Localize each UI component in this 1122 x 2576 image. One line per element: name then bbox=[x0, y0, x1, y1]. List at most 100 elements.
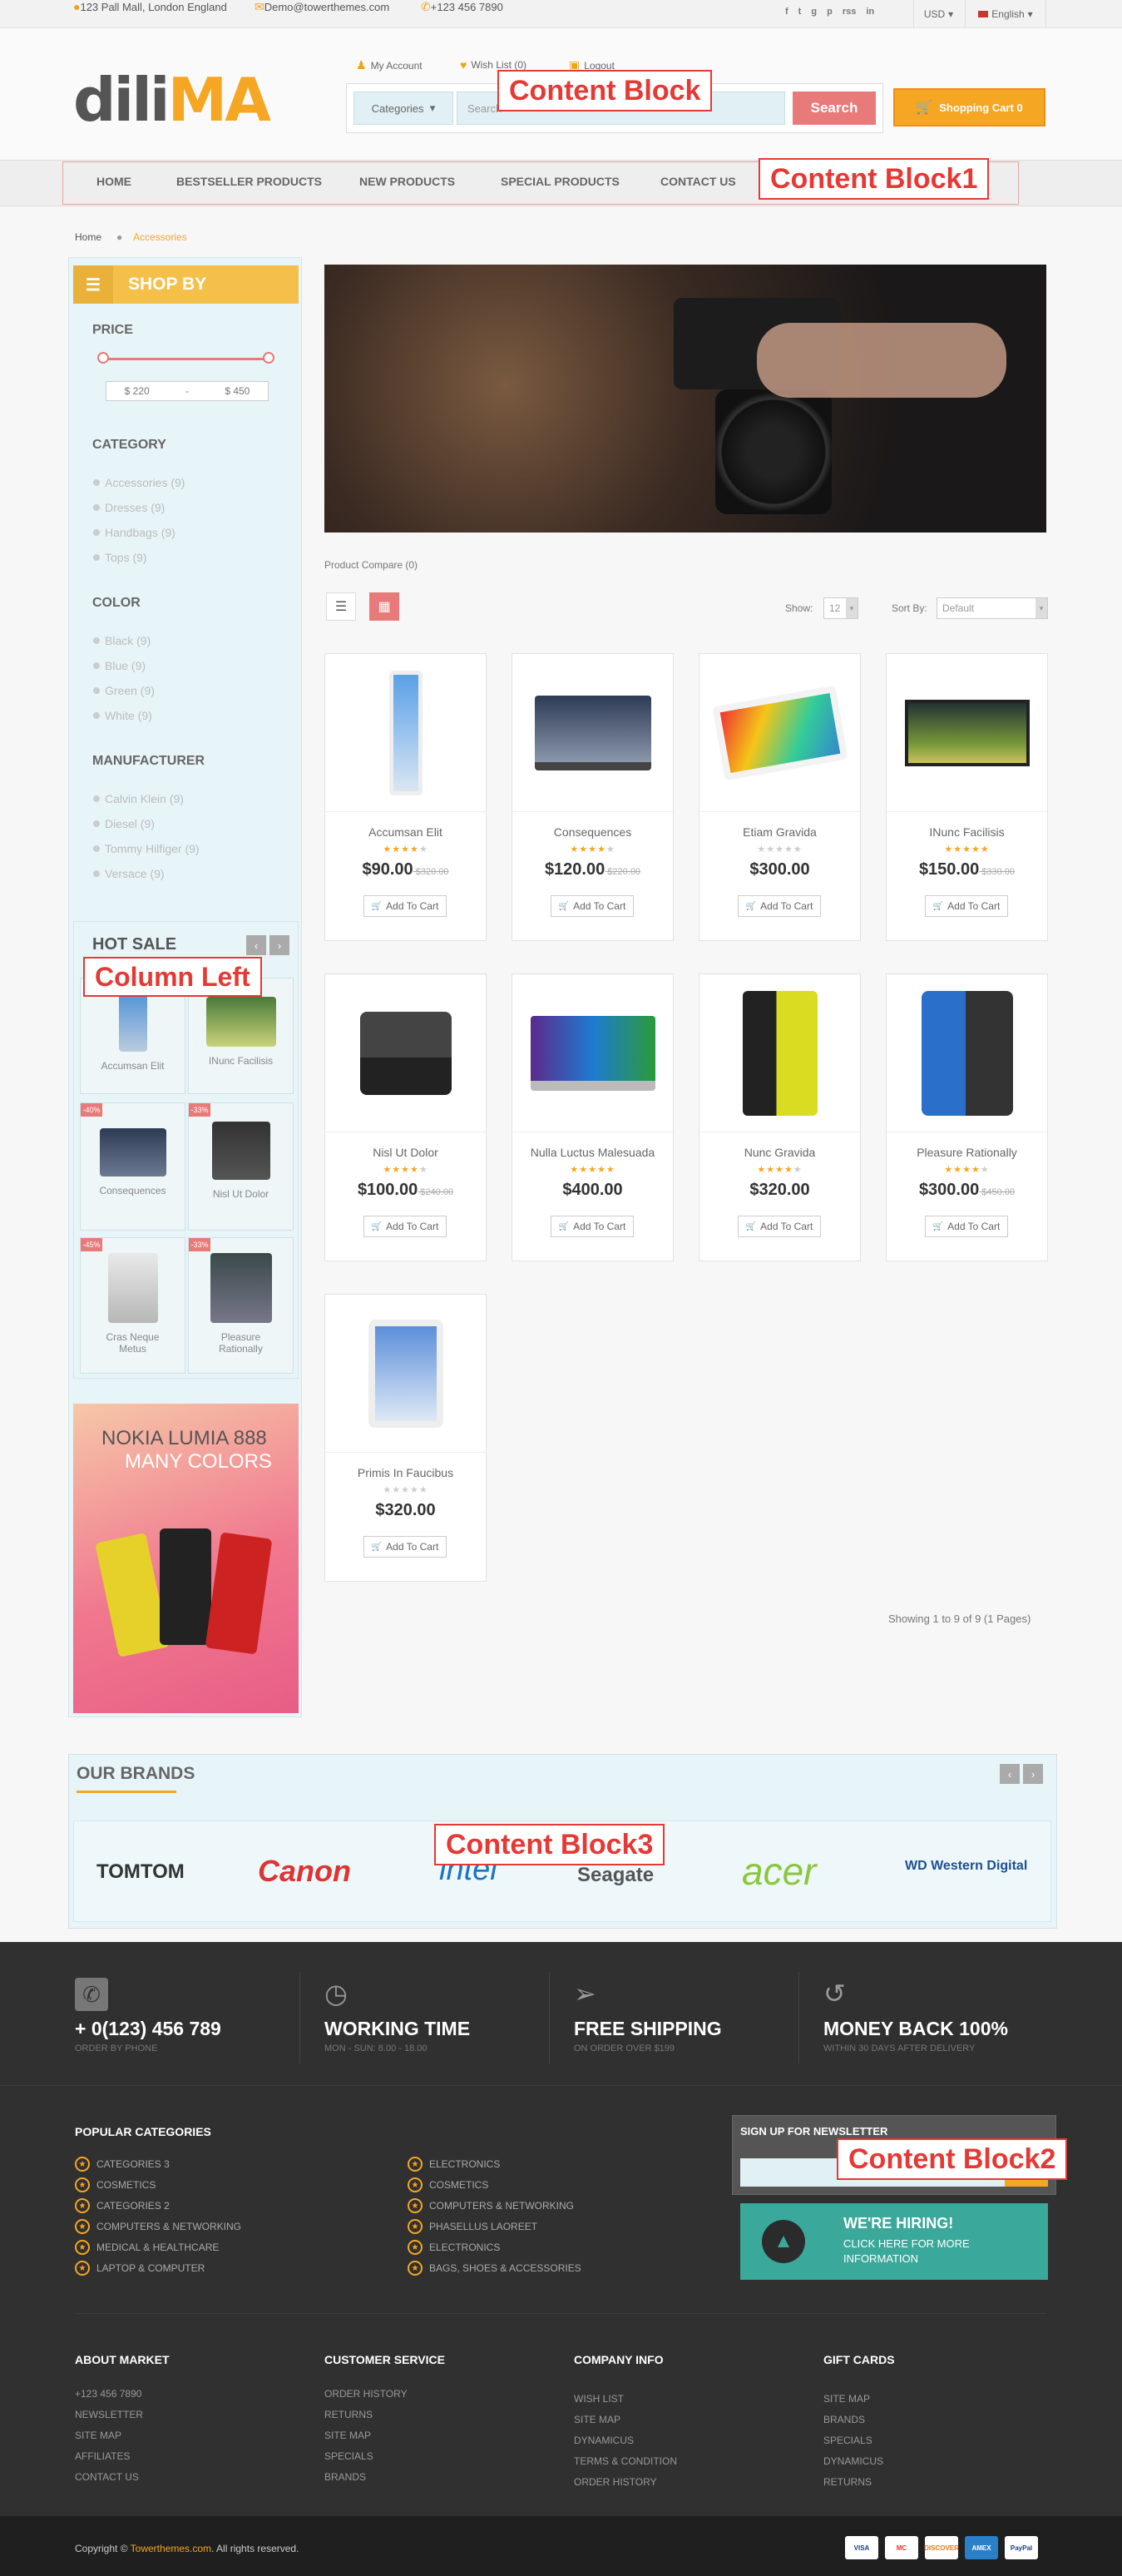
search-button[interactable]: Search bbox=[793, 92, 876, 125]
filter-category[interactable]: Accessories (9) bbox=[93, 476, 185, 489]
nav-bestseller[interactable]: BESTSELLER PRODUCTS bbox=[176, 175, 322, 188]
linkedin-icon[interactable]: in bbox=[866, 7, 874, 17]
product-card[interactable]: Primis In Faucibus ★★★★★ $320.00 🛒 Add To Ca… bbox=[324, 1294, 487, 1582]
product-image[interactable] bbox=[699, 654, 860, 812]
footer-link[interactable]: DYNAMICUS bbox=[823, 2455, 883, 2467]
product-name[interactable]: Accumsan Elit bbox=[325, 825, 486, 839]
filter-category[interactable]: Tops (9) bbox=[93, 551, 147, 564]
brand-logo-wd[interactable]: WD Western Digital bbox=[905, 1859, 1030, 1874]
grid-view-icon[interactable]: ▦ bbox=[369, 592, 399, 621]
email-info[interactable]: ✉Demo@towerthemes.com bbox=[255, 0, 389, 14]
add-to-cart-button[interactable]: 🛒 Add To Cart bbox=[363, 1536, 447, 1558]
filter-category[interactable]: Dresses (9) bbox=[93, 501, 165, 514]
rss-icon[interactable]: rss bbox=[843, 7, 857, 17]
product-image[interactable] bbox=[325, 654, 486, 812]
pinterest-icon[interactable]: p bbox=[827, 7, 833, 17]
language-dropdown[interactable]: English ▾ bbox=[965, 0, 1046, 28]
product-card[interactable]: INunc Facilisis ★★★★★ $150.00 $330.00 🛒 Add … bbox=[886, 653, 1048, 941]
hiring-banner[interactable]: ▲ WE'RE HIRING! CLICK HERE FOR MORE INFO… bbox=[740, 2203, 1048, 2280]
product-name[interactable]: Pleasure Rationally bbox=[887, 1146, 1047, 1159]
footer-link[interactable]: DYNAMICUS bbox=[574, 2435, 634, 2446]
breadcrumb-home[interactable]: Home bbox=[75, 231, 101, 243]
popular-category-link[interactable]: ★ COSMETICS bbox=[408, 2177, 488, 2192]
currency-dropdown[interactable]: USD ▾ bbox=[913, 0, 963, 28]
footer-link[interactable]: RETURNS bbox=[324, 2409, 373, 2420]
filter-color[interactable]: Black (9) bbox=[93, 634, 151, 647]
footer-link[interactable]: AFFILIATES bbox=[75, 2450, 130, 2462]
copyright-link[interactable]: Towerthemes.com bbox=[131, 2543, 211, 2554]
product-card[interactable]: Pleasure Rationally ★★★★★ $300.00 $450.00 🛒… bbox=[886, 973, 1048, 1261]
product-name[interactable]: Nunc Gravida bbox=[699, 1146, 860, 1159]
googleplus-icon[interactable]: g bbox=[811, 7, 817, 17]
add-to-cart-button[interactable]: 🛒 Add To Cart bbox=[363, 1216, 447, 1237]
popular-category-link[interactable]: ★ COMPUTERS & NETWORKING bbox=[75, 2219, 241, 2234]
product-compare-link[interactable]: Product Compare (0) bbox=[324, 559, 418, 571]
popular-category-link[interactable]: ★ MEDICAL & HEALTHCARE bbox=[75, 2240, 219, 2255]
chevron-left-icon[interactable]: ‹ bbox=[1000, 1764, 1020, 1784]
product-image[interactable] bbox=[887, 654, 1047, 812]
chevron-right-icon[interactable]: › bbox=[1023, 1764, 1043, 1784]
sort-select[interactable]: Default ▾ bbox=[937, 597, 1048, 619]
brand-logo-acer[interactable]: acer bbox=[742, 1849, 816, 1894]
filter-manufacturer[interactable]: Calvin Klein (9) bbox=[93, 792, 184, 805]
footer-link[interactable]: WISH LIST bbox=[574, 2393, 624, 2405]
add-to-cart-button[interactable]: 🛒 Add To Cart bbox=[551, 1216, 634, 1237]
logo[interactable]: diliMA bbox=[73, 70, 271, 130]
add-to-cart-button[interactable]: 🛒 Add To Cart bbox=[738, 1216, 821, 1237]
hot-sale-item[interactable]: -45% Cras Neque Metus bbox=[80, 1237, 185, 1374]
filter-manufacturer[interactable]: Tommy Hilfiger (9) bbox=[93, 842, 200, 855]
product-name[interactable]: INunc Facilisis bbox=[887, 825, 1047, 839]
my-account-link[interactable]: ♟ My Account bbox=[356, 58, 423, 72]
footer-link[interactable]: SITE MAP bbox=[75, 2430, 121, 2441]
popular-category-link[interactable]: ★ CATEGORIES 3 bbox=[75, 2157, 170, 2172]
product-card[interactable]: Nisl Ut Dolor ★★★★★ $100.00 $240.00 🛒 Add To… bbox=[324, 973, 487, 1261]
brand-logo-seagate[interactable]: Seagate bbox=[577, 1864, 654, 1887]
hot-sale-item[interactable]: -33% Nisl Ut Dolor bbox=[188, 1102, 294, 1231]
product-card[interactable]: Consequences ★★★★★ $120.00 $220.00 🛒 Add To … bbox=[512, 653, 674, 941]
add-to-cart-button[interactable]: 🛒 Add To Cart bbox=[925, 895, 1008, 917]
category-select[interactable]: Categories ▾ bbox=[353, 92, 453, 125]
twitter-icon[interactable]: t bbox=[798, 7, 802, 17]
nokia-banner[interactable]: NOKIA LUMIA 888 MANY COLORS bbox=[73, 1404, 299, 1713]
footer-link[interactable]: ORDER HISTORY bbox=[574, 2476, 657, 2488]
filter-category[interactable]: Handbags (9) bbox=[93, 526, 175, 539]
footer-link[interactable]: BRANDS bbox=[324, 2471, 366, 2483]
add-to-cart-button[interactable]: 🛒 Add To Cart bbox=[363, 895, 447, 917]
filter-color[interactable]: White (9) bbox=[93, 709, 152, 722]
popular-category-link[interactable]: ★ COMPUTERS & NETWORKING bbox=[408, 2198, 574, 2213]
popular-category-link[interactable]: ★ LAPTOP & COMPUTER bbox=[75, 2261, 205, 2276]
popular-category-link[interactable]: ★ COSMETICS bbox=[75, 2177, 156, 2192]
nav-home[interactable]: HOME bbox=[96, 175, 131, 188]
footer-link[interactable]: CONTACT US bbox=[75, 2471, 139, 2483]
footer-link[interactable]: SITE MAP bbox=[823, 2393, 870, 2405]
product-card[interactable]: Accumsan Elit ★★★★★ $90.00 $320.00 🛒 Add To … bbox=[324, 653, 487, 941]
add-to-cart-button[interactable]: 🛒 Add To Cart bbox=[551, 895, 634, 917]
chevron-right-icon[interactable]: › bbox=[269, 935, 289, 955]
brand-logo-canon[interactable]: Canon bbox=[258, 1854, 351, 1889]
list-view-icon[interactable]: ☰ bbox=[326, 592, 356, 621]
nav-contact-us[interactable]: CONTACT US bbox=[660, 175, 736, 188]
add-to-cart-button[interactable]: 🛒 Add To Cart bbox=[925, 1216, 1008, 1237]
popular-category-link[interactable]: ★ ELECTRONICS bbox=[408, 2240, 500, 2255]
brand-logo-tomtom[interactable]: TOMTOM bbox=[96, 1860, 185, 1884]
product-name[interactable]: Nulla Luctus Malesuada bbox=[512, 1146, 673, 1159]
footer-link[interactable]: BRANDS bbox=[823, 2414, 865, 2425]
nav-special-products[interactable]: SPECIAL PRODUCTS bbox=[501, 175, 620, 188]
footer-link[interactable]: TERMS & CONDITION bbox=[574, 2455, 677, 2467]
filter-manufacturer[interactable]: Versace (9) bbox=[93, 867, 165, 880]
popular-category-link[interactable]: ★ PHASELLUS LAOREET bbox=[408, 2219, 537, 2234]
footer-link[interactable]: SPECIALS bbox=[324, 2450, 373, 2462]
filter-manufacturer[interactable]: Diesel (9) bbox=[93, 817, 155, 830]
footer-link[interactable]: NEWSLETTER bbox=[75, 2409, 143, 2420]
price-slider-min-handle[interactable] bbox=[97, 352, 109, 364]
product-image[interactable] bbox=[887, 974, 1047, 1132]
popular-category-link[interactable]: ★ ELECTRONICS bbox=[408, 2157, 500, 2172]
hot-sale-item[interactable]: -33% Pleasure Rationally bbox=[188, 1237, 294, 1374]
product-image[interactable] bbox=[699, 974, 860, 1132]
popular-category-link[interactable]: ★ CATEGORIES 2 bbox=[75, 2198, 170, 2213]
footer-link[interactable]: SPECIALS bbox=[823, 2435, 872, 2446]
filter-color[interactable]: Green (9) bbox=[93, 684, 155, 697]
product-card[interactable]: Nulla Luctus Malesuada ★★★★★ $400.00 🛒 Add T… bbox=[512, 973, 674, 1261]
filter-color[interactable]: Blue (9) bbox=[93, 659, 146, 672]
facebook-icon[interactable]: f bbox=[785, 7, 788, 17]
